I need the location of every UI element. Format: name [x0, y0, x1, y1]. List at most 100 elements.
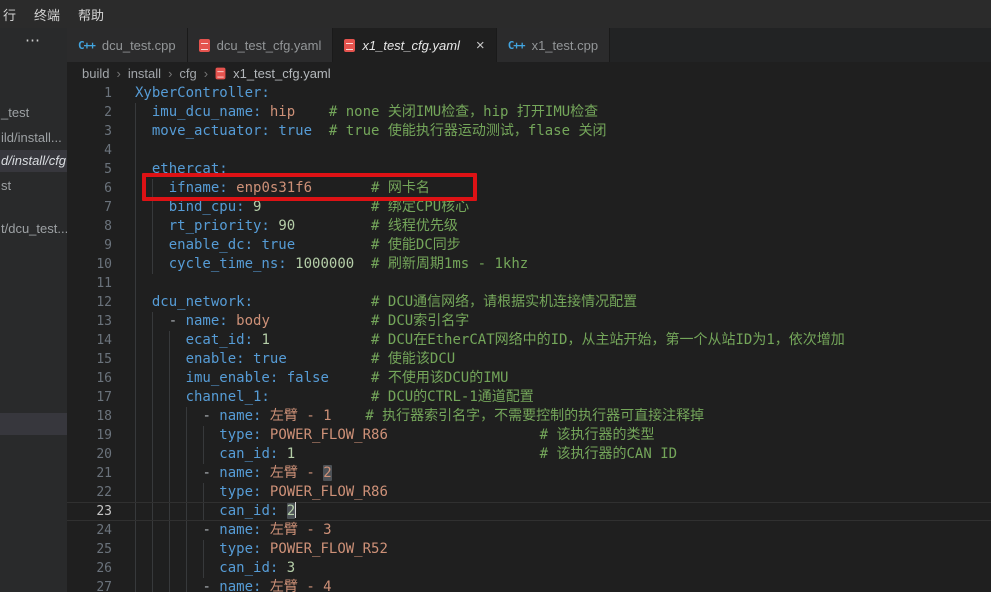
tab-dcu_test_cfg.yaml[interactable]: dcu_test_cfg.yaml	[188, 28, 334, 62]
code-text: enable_dc: true # 使能DC同步	[135, 237, 461, 253]
code-token	[261, 541, 269, 557]
breadcrumb-segment[interactable]: build	[82, 66, 109, 81]
code-line[interactable]: 16 imu_enable: false # 不使用该DCU的IMU	[67, 369, 991, 388]
code-token: # 该执行器的CAN ID	[540, 446, 677, 462]
tab-dcu_test.cpp[interactable]: C++dcu_test.cpp	[67, 28, 188, 62]
code-line[interactable]: 1XyberController:	[67, 84, 991, 103]
code-line[interactable]: 2 imu_dcu_name: hip # none 关闭IMU检查，hip 打…	[67, 103, 991, 122]
sidebar-item[interactable]: ild/install...	[0, 127, 67, 149]
code-line[interactable]: 24 - name: 左臂 - 3	[67, 521, 991, 540]
code-token	[270, 389, 371, 405]
code-token: # 线程优先级	[371, 218, 458, 234]
line-number: 12	[67, 293, 112, 312]
code-line[interactable]: 21 - name: 左臂 - 2	[67, 464, 991, 483]
code-token: false	[287, 370, 329, 386]
code-token	[278, 370, 286, 386]
code-token: 1	[261, 332, 269, 348]
code-token: type:	[219, 427, 261, 443]
code-line[interactable]: 8 rt_priority: 90 # 线程优先级	[67, 217, 991, 236]
menu-item-行[interactable]: 行	[0, 5, 25, 24]
code-token: POWER_FLOW_R86	[270, 484, 388, 500]
code-line[interactable]: 26 can_id: 3	[67, 559, 991, 578]
code-line[interactable]: 27 - name: 左臂 - 4	[67, 578, 991, 592]
code-token	[135, 370, 186, 386]
line-number: 19	[67, 426, 112, 445]
sidebar-item[interactable]	[0, 413, 67, 435]
code-token: channel_1:	[186, 389, 270, 405]
code-line[interactable]: 4	[67, 141, 991, 160]
tab-x1_test_cfg.yaml[interactable]: x1_test_cfg.yaml ×	[333, 28, 496, 62]
code-token: POWER_FLOW_R52	[270, 541, 388, 557]
code-line[interactable]: 18 - name: 左臂 - 1 # 执行器索引名字，不需要控制的执行器可直接…	[67, 407, 991, 426]
line-number: 21	[67, 464, 112, 483]
code-line[interactable]: 12 dcu_network: # DCU通信网络，请根据实机连接情况配置	[67, 293, 991, 312]
code-text: ifname: enp0s31f6 # 网卡名	[135, 180, 430, 196]
code-token	[135, 389, 186, 405]
code-token: rt_priority:	[169, 218, 270, 234]
code-text: ecat_id: 1 # DCU在EtherCAT网络中的ID，从主站开始，第一…	[135, 332, 845, 348]
code-token	[253, 294, 371, 310]
code-token: 2	[323, 465, 331, 481]
cpp-file-icon: C++	[78, 39, 95, 52]
code-text: can_id: 3	[135, 560, 295, 576]
breadcrumb: build›install›cfg›x1_test_cfg.yaml	[67, 62, 991, 84]
tab-close-icon[interactable]: ×	[476, 38, 485, 53]
code-text: type: POWER_FLOW_R86 # 该执行器的类型	[135, 427, 654, 443]
code-token: ifname:	[169, 180, 228, 196]
yaml-file-icon	[216, 67, 226, 79]
yaml-file-icon	[344, 39, 355, 52]
menu-item-终端[interactable]: 终端	[25, 5, 69, 24]
code-token	[278, 503, 286, 519]
code-line[interactable]: 13 - name: body # DCU索引名字	[67, 312, 991, 331]
code-line[interactable]: 20 can_id: 1 # 该执行器的CAN ID	[67, 445, 991, 464]
line-number: 18	[67, 407, 112, 426]
code-text: enable: true # 使能该DCU	[135, 351, 455, 367]
code-line[interactable]: 23 can_id: 2	[67, 502, 991, 521]
code-token	[135, 465, 202, 481]
tab-x1_test.cpp[interactable]: C++x1_test.cpp	[497, 28, 610, 62]
code-line[interactable]: 5 ethercat:	[67, 160, 991, 179]
code-line[interactable]: 10 cycle_time_ns: 1000000 # 刷新周期1ms - 1k…	[67, 255, 991, 274]
sidebar-item[interactable]: d/install/cfg	[0, 150, 67, 172]
code-token	[287, 351, 371, 367]
code-line[interactable]: 15 enable: true # 使能该DCU	[67, 350, 991, 369]
code-token: 2	[287, 503, 295, 519]
code-token	[295, 104, 329, 120]
code-line[interactable]: 22 type: POWER_FLOW_R86	[67, 483, 991, 502]
sidebar-item[interactable]: st	[0, 175, 67, 197]
code-token	[261, 465, 269, 481]
line-number: 4	[67, 141, 112, 160]
code-line[interactable]: 7 bind_cpu: 9 # 绑定CPU核心	[67, 198, 991, 217]
code-token: # DCU在EtherCAT网络中的ID，从主站开始，第一个从站ID为1，依次增…	[371, 332, 845, 348]
code-token: true	[261, 237, 295, 253]
breadcrumb-segment[interactable]: install	[128, 66, 161, 81]
code-token: enable:	[186, 351, 245, 367]
code-line[interactable]: 17 channel_1: # DCU的CTRL-1通道配置	[67, 388, 991, 407]
code-line[interactable]: 3 move_actuator: true # true 使能执行器运动测试，f…	[67, 122, 991, 141]
code-token	[135, 427, 219, 443]
code-line[interactable]: 14 ecat_id: 1 # DCU在EtherCAT网络中的ID，从主站开始…	[67, 331, 991, 350]
code-line[interactable]: 6 ifname: enp0s31f6 # 网卡名	[67, 179, 991, 198]
code-line[interactable]: 11	[67, 274, 991, 293]
code-line[interactable]: 19 type: POWER_FLOW_R86 # 该执行器的类型	[67, 426, 991, 445]
code-token	[135, 503, 219, 519]
code-text: type: POWER_FLOW_R52	[135, 541, 388, 557]
code-line[interactable]: 9 enable_dc: true # 使能DC同步	[67, 236, 991, 255]
line-number: 17	[67, 388, 112, 407]
code-text: imu_enable: false # 不使用该DCU的IMU	[135, 370, 508, 386]
sidebar-item[interactable]: t/dcu_test...	[0, 218, 67, 240]
code-token	[261, 427, 269, 443]
code-token: 左臂 - 1	[270, 408, 332, 424]
breadcrumb-segment[interactable]: cfg	[179, 66, 196, 81]
code-token: -	[202, 522, 219, 538]
tab-label: x1_test_cfg.yaml	[362, 38, 460, 53]
code-token	[388, 427, 540, 443]
editor[interactable]: 1XyberController:2 imu_dcu_name: hip # n…	[67, 84, 991, 592]
more-actions-button[interactable]: ⋯	[25, 31, 42, 49]
line-number: 15	[67, 350, 112, 369]
sidebar-item[interactable]: _test	[0, 102, 67, 124]
code-line[interactable]: 25 type: POWER_FLOW_R52	[67, 540, 991, 559]
line-number: 27	[67, 578, 112, 592]
menu-item-帮助[interactable]: 帮助	[69, 5, 113, 24]
breadcrumb-file[interactable]: x1_test_cfg.yaml	[233, 66, 331, 81]
